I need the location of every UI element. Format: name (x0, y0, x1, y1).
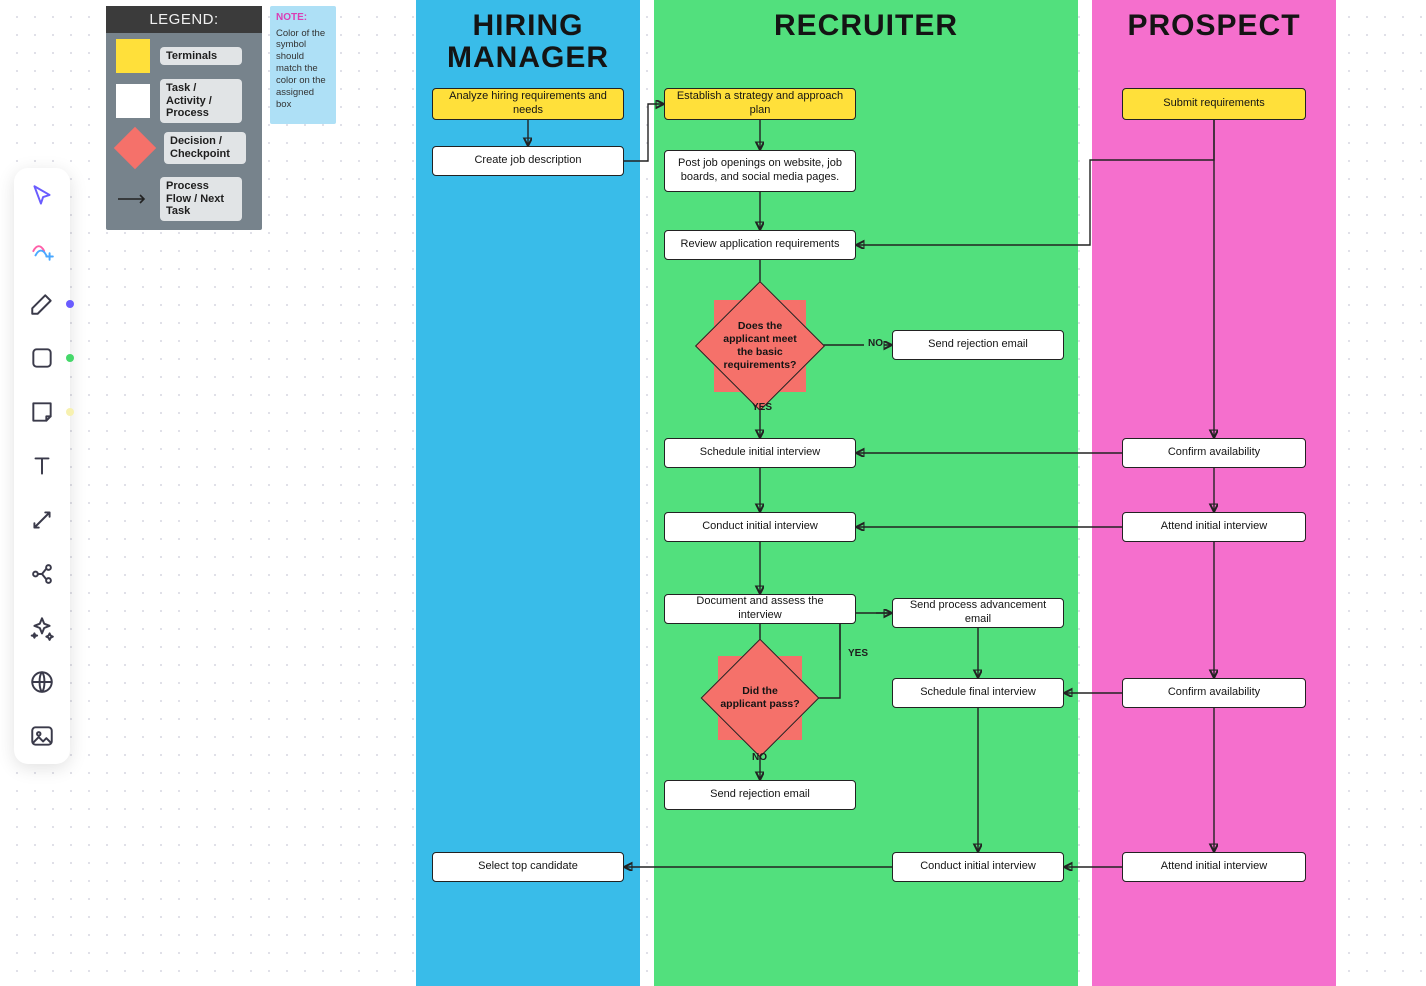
edge-label-yes1: YES (752, 402, 772, 413)
node-rc-strategy[interactable]: Establish a strategy and approach plan (664, 88, 856, 120)
node-rc-review[interactable]: Review application requirements (664, 230, 856, 260)
lane-prospect[interactable]: PROSPECT (1092, 0, 1336, 986)
edge-label-no1: NO (868, 338, 883, 349)
pen-color-indicator (66, 300, 74, 308)
lane-recruiter[interactable]: RECRUITER (654, 0, 1078, 986)
legend-row-decision: Decision / Checkpoint (106, 123, 262, 167)
flow-arrow-icon (116, 192, 150, 206)
legend-row-flow: Process Flow / Next Task (106, 167, 262, 221)
node-rc-sched-final[interactable]: Schedule final interview (892, 678, 1064, 708)
decision-swatch (114, 127, 156, 169)
legend-panel[interactable]: LEGEND: Terminals Task / Activity / Proc… (106, 6, 262, 230)
select-tool[interactable] (28, 182, 56, 210)
toolbar (14, 168, 70, 764)
image-tool[interactable] (28, 722, 56, 750)
node-hm-create-desc[interactable]: Create job description (432, 146, 624, 176)
node-rc-conduct-init[interactable]: Conduct initial interview (664, 512, 856, 542)
note-title: NOTE: (276, 12, 330, 25)
note-sticky[interactable]: NOTE: Color of the symbol should match t… (270, 6, 336, 124)
note-body: Color of the symbol should match the col… (276, 28, 330, 111)
node-rc-reject2[interactable]: Send rejection email (664, 780, 856, 810)
lane-title-pr: PROSPECT (1092, 0, 1336, 42)
magic-tool[interactable] (28, 614, 56, 642)
embed-tool[interactable] (28, 668, 56, 696)
shape-color-indicator (66, 354, 74, 362)
ai-assist-tool[interactable] (28, 236, 56, 264)
node-rc-conduct-init2[interactable]: Conduct initial interview (892, 852, 1064, 882)
text-tool[interactable] (28, 452, 56, 480)
node-rc-decision2[interactable]: Did the applicant pass? (718, 656, 802, 740)
node-rc-advance[interactable]: Send process advancement email (892, 598, 1064, 628)
pen-tool[interactable] (28, 290, 56, 318)
decision2-text: Did the applicant pass? (718, 685, 802, 711)
node-rc-decision1[interactable]: Does the applicant meet the basic requir… (714, 300, 806, 392)
task-swatch (116, 84, 150, 118)
legend-title: LEGEND: (106, 6, 262, 33)
sticky-color-indicator (66, 408, 74, 416)
connector-tool[interactable] (28, 506, 56, 534)
legend-label-task: Task / Activity / Process (160, 79, 242, 123)
lane-title-hm: HIRING MANAGER (416, 0, 640, 73)
edge-label-yes2: YES (848, 648, 868, 659)
node-rc-post[interactable]: Post job openings on website, job boards… (664, 150, 856, 192)
node-rc-sched-init[interactable]: Schedule initial interview (664, 438, 856, 468)
mindmap-tool[interactable] (28, 560, 56, 588)
edge-label-no2: NO (752, 752, 767, 763)
legend-label-decision: Decision / Checkpoint (164, 132, 246, 163)
legend-row-terminals: Terminals (106, 33, 262, 73)
legend-row-task: Task / Activity / Process (106, 73, 262, 123)
shape-tool[interactable] (28, 344, 56, 372)
node-pr-submit[interactable]: Submit requirements (1122, 88, 1306, 120)
node-pr-attend2[interactable]: Attend initial interview (1122, 852, 1306, 882)
node-rc-reject1[interactable]: Send rejection email (892, 330, 1064, 360)
legend-label-terminals: Terminals (160, 47, 242, 66)
lane-title-rc: RECRUITER (654, 0, 1078, 42)
node-pr-confirm1[interactable]: Confirm availability (1122, 438, 1306, 468)
node-rc-doc-assess[interactable]: Document and assess the interview (664, 594, 856, 624)
node-hm-select-top[interactable]: Select top candidate (432, 852, 624, 882)
terminal-swatch (116, 39, 150, 73)
node-pr-confirm2[interactable]: Confirm availability (1122, 678, 1306, 708)
decision1-text: Does the applicant meet the basic requir… (714, 320, 806, 373)
legend-label-flow: Process Flow / Next Task (160, 177, 242, 221)
node-hm-analyze[interactable]: Analyze hiring requirements and needs (432, 88, 624, 120)
node-pr-attend1[interactable]: Attend initial interview (1122, 512, 1306, 542)
sticky-tool[interactable] (28, 398, 56, 426)
